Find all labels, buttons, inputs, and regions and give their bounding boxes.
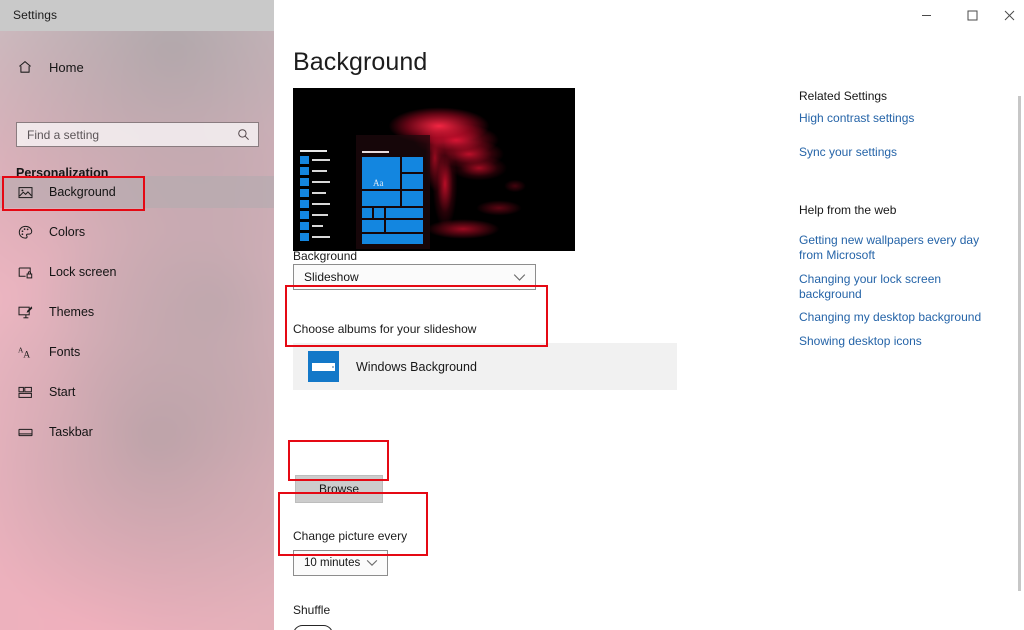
close-button[interactable]: [995, 0, 1024, 31]
shuffle-label: Shuffle: [293, 603, 330, 617]
fonts-icon: A A: [17, 344, 34, 361]
sidebar-item-taskbar[interactable]: Taskbar: [0, 416, 274, 448]
shuffle-toggle[interactable]: [293, 625, 333, 630]
desktop-preview: Aa: [293, 88, 575, 251]
picture-icon: [17, 184, 34, 201]
preview-tile: [402, 191, 423, 206]
settings-window: Settings Home Find a setting: [0, 0, 1024, 630]
chevron-down-icon: [513, 273, 526, 282]
change-picture-value: 10 minutes: [304, 557, 366, 569]
sidebar-item-background[interactable]: Background: [0, 176, 274, 208]
sidebar-item-start[interactable]: Start: [0, 376, 274, 408]
sidebar-home-label: Home: [49, 60, 84, 75]
sidebar-label-fonts: Fonts: [49, 345, 80, 359]
change-picture-dropdown[interactable]: 10 minutes: [293, 550, 388, 576]
sidebar-label-start: Start: [49, 385, 75, 399]
sidebar-acrylic-background: [0, 31, 274, 630]
preview-tile: [362, 191, 400, 206]
link-high-contrast-settings[interactable]: High contrast settings: [799, 111, 914, 126]
wallpaper-ribbon-art: [293, 88, 575, 251]
title-bar: Settings: [0, 0, 1024, 31]
search-icon[interactable]: [237, 128, 250, 141]
background-dropdown-value: Slideshow: [304, 270, 513, 284]
folder-thumbnail-icon: [308, 351, 339, 382]
help-from-web-heading: Help from the web: [799, 203, 896, 217]
maximize-button[interactable]: [949, 0, 995, 31]
albums-label: Choose albums for your slideshow: [293, 322, 476, 336]
preview-tile: [386, 220, 423, 232]
preview-app-list: [300, 156, 332, 244]
link-changing-lock-screen-background[interactable]: Changing your lock screen background: [799, 272, 959, 301]
change-picture-label: Change picture every: [293, 529, 407, 543]
background-field-label: Background: [293, 249, 357, 263]
link-getting-new-wallpapers[interactable]: Getting new wallpapers every day from Mi…: [799, 233, 985, 262]
sidebar-label-themes: Themes: [49, 305, 94, 319]
link-changing-desktop-background[interactable]: Changing my desktop background: [799, 310, 981, 325]
preview-tile-text: Aa: [373, 178, 384, 188]
chevron-down-icon: [366, 559, 378, 567]
sidebar-label-lock-screen: Lock screen: [49, 265, 116, 279]
preview-tile: [402, 174, 423, 189]
page-title: Background: [293, 48, 427, 77]
vertical-scrollbar[interactable]: [1018, 96, 1021, 591]
home-icon: [16, 59, 34, 75]
background-dropdown[interactable]: Slideshow: [293, 264, 536, 290]
start-tiles-icon: [17, 384, 34, 401]
preview-applist-divider: [300, 150, 327, 152]
brush-icon: [17, 304, 34, 321]
preview-tile: [402, 157, 423, 172]
search-placeholder: Find a setting: [27, 128, 237, 142]
preview-tile: [362, 208, 372, 218]
browse-button[interactable]: Browse: [295, 475, 383, 503]
preview-tile: [386, 208, 423, 218]
related-settings-heading: Related Settings: [799, 89, 887, 103]
search-input[interactable]: Find a setting: [16, 122, 259, 147]
palette-icon: [17, 224, 34, 241]
svg-text:A: A: [23, 349, 30, 359]
sidebar-item-lock-screen[interactable]: Lock screen: [0, 256, 274, 288]
preview-tile: [374, 208, 384, 218]
preview-tile: [362, 220, 384, 232]
preview-start-underline: [362, 151, 389, 153]
lock-screen-icon: [17, 264, 34, 281]
preview-tile: [362, 234, 423, 244]
sidebar: Home Find a setting Personalization Back…: [0, 31, 274, 630]
link-showing-desktop-icons[interactable]: Showing desktop icons: [799, 334, 922, 349]
sidebar-item-themes[interactable]: Themes: [0, 296, 274, 328]
sidebar-item-colors[interactable]: Colors: [0, 216, 274, 248]
sidebar-item-fonts[interactable]: A A Fonts: [0, 336, 274, 368]
sidebar-label-background: Background: [49, 185, 116, 199]
sidebar-item-home[interactable]: Home: [0, 51, 274, 83]
sidebar-label-taskbar: Taskbar: [49, 425, 93, 439]
album-name: Windows Background: [356, 360, 477, 374]
sidebar-label-colors: Colors: [49, 225, 85, 239]
window-title: Settings: [13, 8, 57, 22]
link-sync-your-settings[interactable]: Sync your settings: [799, 145, 897, 160]
taskbar-icon: [17, 424, 34, 441]
main-content: Background: [274, 31, 1024, 630]
minimize-button[interactable]: [903, 0, 949, 31]
album-list-item[interactable]: Windows Background: [293, 343, 677, 390]
